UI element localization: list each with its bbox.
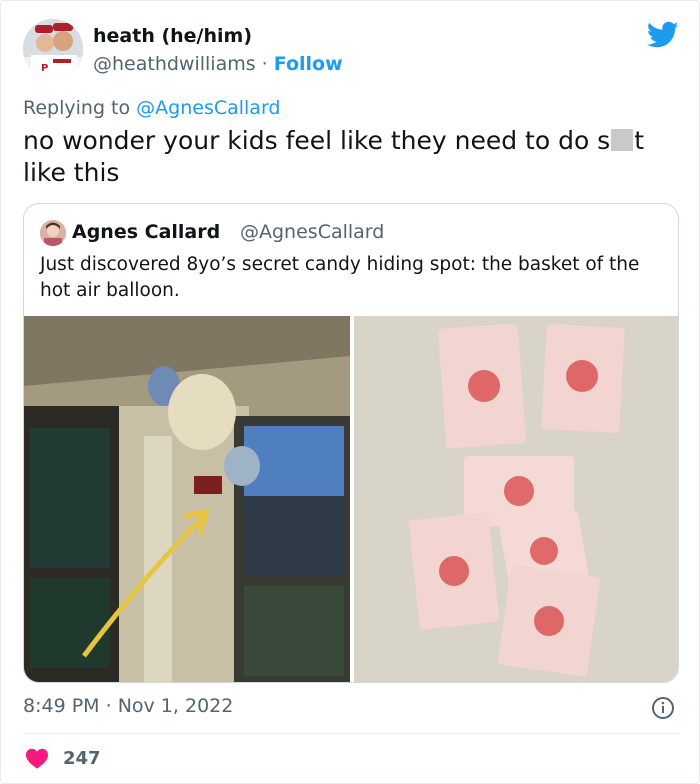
balloon-room-photo [24,316,350,682]
like-count: 247 [63,747,101,769]
replying-to-prefix: Replying to [23,97,137,119]
quoted-author-avatar [40,220,66,246]
timestamp-separator: · [99,695,118,717]
avatar-photo: P [23,19,83,79]
quoted-avatar-photo [40,220,66,246]
quoted-author-handle: @AgnesCallard [240,221,385,243]
svg-text:P: P [41,63,48,74]
quoted-tweet[interactable]: Agnes Callard @AgnesCallard Just discove… [23,203,679,683]
tweet-text-part-1: no wonder your kids feel like they need … [23,126,611,155]
author-handle[interactable]: @heathdwilliams [93,53,256,75]
author-avatar[interactable]: P [23,19,83,79]
handle-separator: · [255,53,274,75]
divider [23,733,679,734]
replying-to-handle-link[interactable]: @AgnesCallard [136,97,280,119]
tweet-time: 8:49 PM [23,695,100,717]
media-photo-candy[interactable] [354,316,678,682]
twitter-bird-icon[interactable] [647,21,679,49]
like-action[interactable]: 247 [25,745,101,771]
quoted-tweet-header: Agnes Callard @AgnesCallard [40,220,660,248]
candy-wrappers-photo [354,316,678,682]
author-handle-row: @heathdwilliams · Follow [93,53,343,75]
info-icon[interactable] [651,696,675,720]
quoted-media [24,316,678,682]
replying-to: Replying to @AgnesCallard [23,97,281,119]
author-name[interactable]: heath (he/him) [93,25,252,47]
tweet-card: P heath (he/him) @heathdwilliams · Follo… [0,0,700,784]
tweet-timestamp[interactable]: 8:49 PM · Nov 1, 2022 [23,695,233,717]
heart-icon[interactable] [25,747,49,769]
tweet-date: Nov 1, 2022 [117,695,234,717]
censor-block [611,129,634,151]
media-photo-balloons[interactable] [24,316,350,682]
quoted-author-name: Agnes Callard [72,221,221,243]
follow-button[interactable]: Follow [274,53,343,75]
tweet-text: no wonder your kids feel like they need … [23,125,683,189]
tweet-header: P heath (he/him) @heathdwilliams · Follo… [23,19,683,83]
quoted-tweet-text: Just discovered 8yo’s secret candy hidin… [40,254,640,301]
